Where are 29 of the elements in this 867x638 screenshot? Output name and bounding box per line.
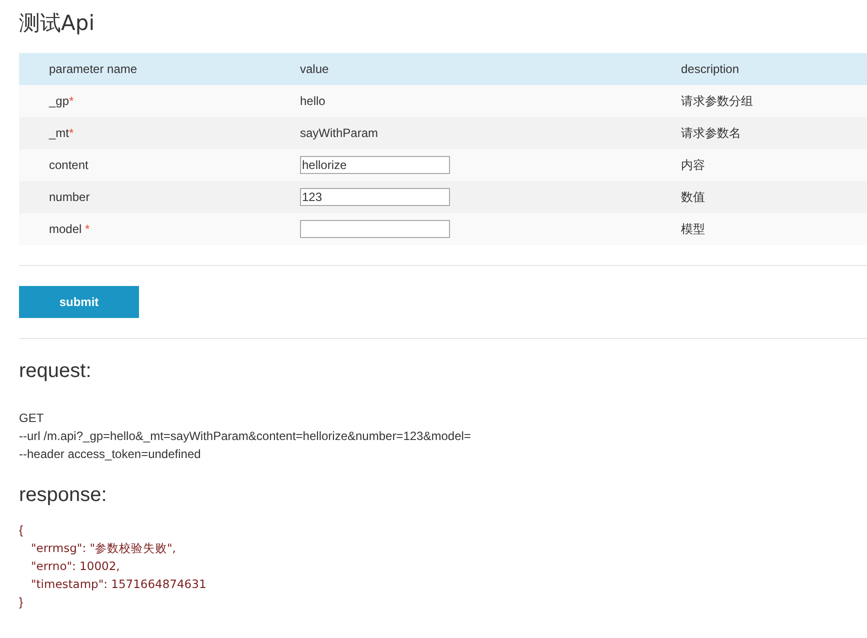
parameter-name: _mt* <box>49 126 74 140</box>
request-line: GET <box>19 410 44 427</box>
column-header: parameter name <box>48 61 138 78</box>
response-line: "timestamp": 1571664874631 <box>30 576 206 593</box>
response-line: { <box>19 522 24 539</box>
parameter-description: 请求参数分组 <box>681 93 753 110</box>
column-header: value <box>300 61 330 78</box>
value-field[interactable]: 123 <box>300 188 450 206</box>
value-field[interactable] <box>300 220 450 238</box>
response-line: } <box>19 594 24 611</box>
parameter-description: 请求参数名 <box>681 125 741 142</box>
response-line: "errno": 10002, <box>30 558 120 575</box>
request-line: --url /m.api?_gp=hello&_mt=sayWithParam&content=hellorize&number=123&model= <box>19 428 471 445</box>
parameter-name: content <box>49 158 88 172</box>
parameter-description: 模型 <box>681 221 705 238</box>
parameter-value: hello <box>300 94 326 108</box>
value-field[interactable]: hellorize <box>300 156 450 174</box>
parameter-name: _gp* <box>49 94 74 108</box>
parameter-description: 内容 <box>681 157 705 174</box>
page-title: 测试Api <box>19 10 96 37</box>
section-heading: request: <box>19 359 92 384</box>
parameter-value: sayWithParam <box>300 126 378 140</box>
parameter-name: model * <box>49 222 90 236</box>
response-line: "errmsg": "参数校验失败", <box>30 540 176 557</box>
section-heading: response: <box>19 483 108 508</box>
parameter-description: 数值 <box>681 189 705 206</box>
column-header: description <box>681 61 740 78</box>
parameter-name: number <box>49 190 90 204</box>
request-line: --header access_token=undefined <box>19 446 201 463</box>
